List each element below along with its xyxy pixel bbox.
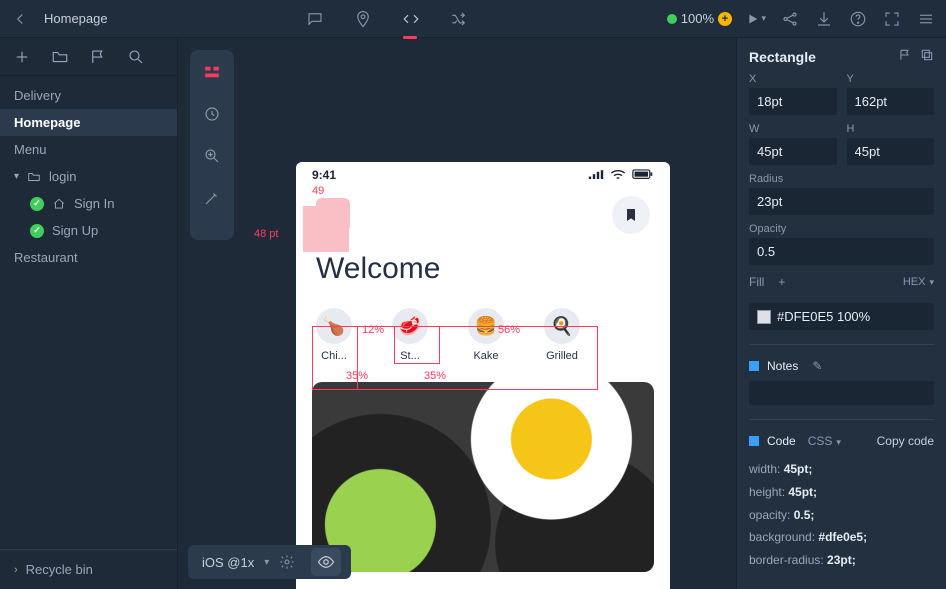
category-chicken[interactable]: 🍗Chi...: [316, 308, 352, 362]
top-bar: Homepage 100%+ ▾: [0, 0, 946, 38]
device-status-icons: [588, 169, 654, 181]
tree-folder-login[interactable]: ▾ login: [0, 163, 177, 190]
help-icon[interactable]: [848, 9, 868, 29]
fill-swatch: [757, 310, 771, 324]
code-section-title: Code: [767, 434, 796, 448]
check-icon: [30, 197, 44, 211]
download-icon[interactable]: [814, 9, 834, 29]
signal-icon: [588, 170, 604, 180]
check-icon: [30, 224, 44, 238]
field-y[interactable]: [847, 88, 935, 115]
recycle-bin[interactable]: › Recycle bin: [0, 549, 177, 589]
plus-badge-icon[interactable]: +: [718, 12, 732, 26]
field-opacity[interactable]: [749, 238, 934, 265]
css-output: width: 45pt; height: 45pt; opacity: 0.5;…: [749, 458, 934, 572]
caret-down-icon: ▾: [264, 557, 269, 568]
edit-notes-icon[interactable]: ✎: [812, 359, 822, 373]
home-icon: [52, 197, 66, 211]
device-hero-image: [312, 382, 654, 572]
eyedropper-icon[interactable]: [202, 188, 222, 208]
gear-icon[interactable]: [279, 554, 295, 570]
zoom-in-icon[interactable]: [202, 146, 222, 166]
notes-input[interactable]: [749, 381, 934, 405]
tree-item-menu[interactable]: Menu: [0, 136, 177, 163]
search-icon[interactable]: [126, 47, 146, 67]
folder-icon[interactable]: [50, 47, 70, 67]
back-icon[interactable]: [10, 9, 30, 29]
field-x[interactable]: [749, 88, 837, 115]
device-bookmark-button[interactable]: [612, 196, 650, 234]
inspector-panel: Rectangle X Y W H Radius Opacity Fill + …: [736, 38, 946, 589]
category-grilled[interactable]: 🍳Grilled: [544, 308, 580, 362]
page-tree-sidebar: Delivery Homepage Menu ▾ login Sign In S…: [0, 38, 178, 589]
chevron-right-icon: ›: [14, 564, 18, 576]
breadcrumb[interactable]: Homepage: [44, 11, 108, 26]
field-h[interactable]: [847, 138, 935, 165]
shuffle-icon[interactable]: [449, 9, 469, 29]
section-marker-icon: [749, 436, 759, 446]
category-steak[interactable]: 🥩St...: [392, 308, 428, 362]
spec-mode-icon[interactable]: [202, 62, 222, 82]
color-mode-select[interactable]: HEX▾: [903, 276, 934, 288]
tree-item-signup[interactable]: Sign Up: [0, 217, 177, 244]
category-kake[interactable]: 🍔Kake: [468, 308, 504, 362]
tree-item-signin[interactable]: Sign In: [0, 190, 177, 217]
code-lang-select[interactable]: CSS▾: [808, 434, 841, 448]
field-w[interactable]: [749, 138, 837, 165]
comment-icon[interactable]: [305, 9, 325, 29]
add-fill-icon[interactable]: +: [778, 275, 785, 289]
wifi-icon: [610, 169, 626, 181]
notes-section-title: Notes: [767, 359, 798, 373]
flag-small-icon[interactable]: [898, 48, 912, 65]
field-radius[interactable]: [749, 188, 934, 215]
fill-label: Fill: [749, 275, 764, 289]
copy-code-button[interactable]: Copy code: [877, 434, 934, 448]
caret-down-icon: ▾: [14, 171, 19, 182]
battery-icon: [632, 169, 654, 181]
tree-item-homepage[interactable]: Homepage: [0, 109, 177, 136]
folder-small-icon: [27, 170, 41, 184]
zoom-control[interactable]: iOS @1x ▾: [188, 545, 351, 579]
flag-icon[interactable]: [88, 47, 108, 67]
device-welcome-heading: Welcome: [296, 234, 670, 308]
share-icon[interactable]: [780, 9, 800, 29]
device-preview: 9:41 Welcome 🍗Chi... 🥩St... 🍔Kake 🍳Grill…: [296, 162, 670, 589]
play-icon[interactable]: ▾: [746, 9, 766, 29]
measure-48pt: 48 pt: [254, 228, 278, 240]
tree-item-delivery[interactable]: Delivery: [0, 82, 177, 109]
sync-status: 100%+: [667, 11, 732, 26]
add-page-icon[interactable]: [12, 47, 32, 67]
tree-item-restaurant[interactable]: Restaurant: [0, 244, 177, 271]
menu-icon[interactable]: [916, 9, 936, 29]
device-clock: 9:41: [312, 168, 336, 182]
device-hamburger-icon[interactable]: [316, 198, 350, 232]
section-marker-icon: [749, 361, 759, 371]
preview-toggle-icon[interactable]: [311, 548, 341, 576]
code-tab-icon[interactable]: [401, 9, 421, 29]
history-icon[interactable]: [202, 104, 222, 124]
canvas-tool-rail: [190, 50, 234, 240]
fill-value[interactable]: #DFE0E5 100%: [749, 303, 934, 330]
copy-small-icon[interactable]: [920, 48, 934, 65]
fullscreen-icon[interactable]: [882, 9, 902, 29]
canvas-area[interactable]: 9:41 Welcome 🍗Chi... 🥩St... 🍔Kake 🍳Grill…: [178, 38, 736, 589]
location-icon[interactable]: [353, 9, 373, 29]
inspector-title: Rectangle: [749, 49, 816, 65]
